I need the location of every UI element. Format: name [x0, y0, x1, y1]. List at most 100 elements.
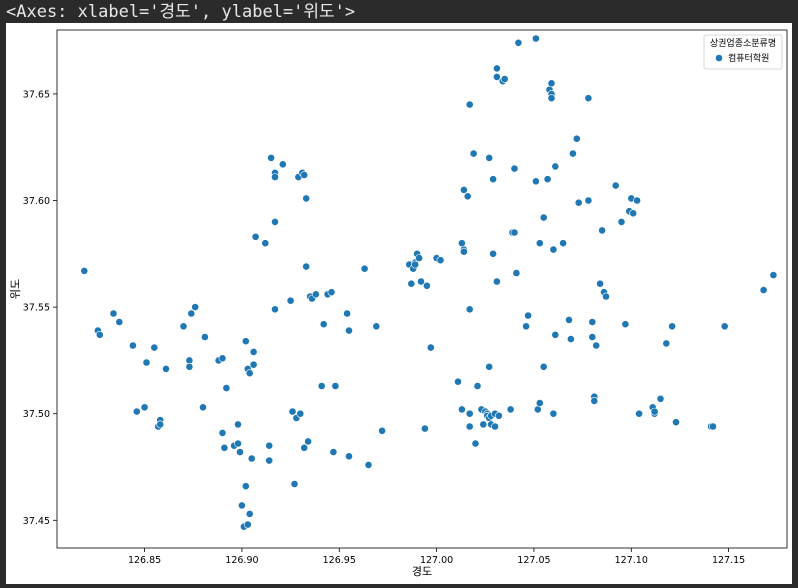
data-point: [222, 384, 231, 392]
data-point: [463, 192, 472, 201]
data-point: [539, 362, 548, 371]
data-point: [598, 226, 606, 235]
data-point: [602, 292, 610, 301]
data-point: [551, 162, 560, 171]
data-point: [302, 194, 311, 203]
data-point: [218, 354, 227, 363]
data-point: [249, 347, 258, 356]
data-point: [588, 333, 597, 341]
data-point: [500, 75, 509, 83]
data-point: [140, 403, 149, 412]
scatter-plot: 126.85 126.90 126.95 127.00 127.05 127.10 127.…: [9, 29, 788, 578]
data-point: [588, 318, 597, 326]
legend-title: 상권업종소분류명: [710, 37, 776, 49]
data-point: [650, 407, 659, 416]
data-point: [584, 196, 593, 205]
data-point: [187, 309, 196, 318]
data-point: [584, 94, 593, 103]
data-point: [617, 217, 626, 226]
data-point: [592, 341, 601, 350]
data-point: [199, 403, 207, 412]
x-tick-label: 126.85: [128, 555, 161, 566]
data-point: [524, 311, 532, 320]
data-point: [185, 362, 194, 371]
y-tick-label: 37.60: [23, 196, 50, 207]
data-point: [720, 322, 729, 331]
data-point: [241, 337, 250, 346]
data-point: [522, 322, 530, 331]
data-point: [426, 343, 435, 352]
data-point: [459, 247, 468, 256]
data-point: [759, 286, 768, 294]
data-point: [492, 277, 501, 286]
data-point: [551, 330, 560, 339]
data-point: [311, 290, 320, 299]
data-point: [243, 520, 252, 529]
data-point: [479, 420, 488, 429]
data-point: [345, 326, 353, 335]
data-point: [234, 439, 242, 448]
data-point: [420, 424, 429, 433]
x-tick-label: 127.10: [615, 555, 648, 566]
data-point: [80, 266, 89, 275]
data-point: [378, 426, 386, 435]
data-point: [191, 303, 200, 311]
data-point: [633, 196, 641, 205]
data-point: [535, 239, 544, 248]
data-point: [407, 279, 416, 288]
y-tick-label: 37.55: [23, 303, 50, 314]
data-point: [271, 305, 279, 314]
data-point: [532, 34, 540, 43]
data-point: [95, 330, 104, 339]
data-point: [672, 418, 680, 427]
data-point: [317, 382, 326, 390]
data-point: [343, 309, 351, 318]
data-point: [271, 173, 279, 181]
data-point: [559, 239, 567, 248]
data-point: [364, 460, 373, 469]
data-point: [296, 409, 305, 418]
x-tick-label: 126.95: [323, 555, 356, 566]
data-point: [485, 362, 494, 371]
data-point: [300, 443, 309, 452]
data-point: [668, 322, 676, 331]
data-point: [265, 441, 274, 450]
data-point: [329, 448, 338, 456]
data-point: [436, 256, 445, 265]
data-point: [656, 394, 665, 403]
x-tick-label: 127.05: [517, 555, 550, 566]
data-point: [489, 175, 497, 184]
scatter-points: [80, 34, 778, 531]
data-point: [533, 405, 542, 414]
data-point: [319, 320, 328, 329]
data-point: [621, 320, 630, 329]
data-point: [492, 64, 501, 73]
data-point: [465, 409, 474, 418]
data-point: [142, 358, 151, 367]
data-point: [109, 309, 118, 318]
data-point: [572, 134, 581, 143]
x-axis-label: 경도: [412, 565, 432, 578]
data-point: [261, 239, 270, 248]
y-tick-label: 37.65: [23, 89, 50, 100]
data-point: [510, 228, 519, 237]
data-point: [465, 422, 474, 431]
data-point: [506, 405, 515, 414]
data-point: [590, 396, 599, 405]
data-point: [512, 269, 521, 277]
data-point: [459, 185, 468, 194]
data-point: [543, 175, 552, 184]
legend: 상권업종소분류명 컴퓨터학원: [703, 34, 783, 70]
y-tick-label: 37.45: [23, 516, 50, 527]
data-point: [510, 164, 519, 173]
data-point: [220, 443, 229, 452]
data-point: [535, 399, 544, 407]
data-point: [290, 480, 299, 488]
y-axis-label: 위도: [9, 279, 22, 299]
plot-area-frame: [56, 29, 788, 549]
data-point: [532, 177, 540, 186]
y-tick-label: 37.50: [23, 409, 50, 420]
data-point: [471, 439, 480, 448]
data-point: [457, 405, 466, 414]
data-point: [494, 411, 503, 420]
